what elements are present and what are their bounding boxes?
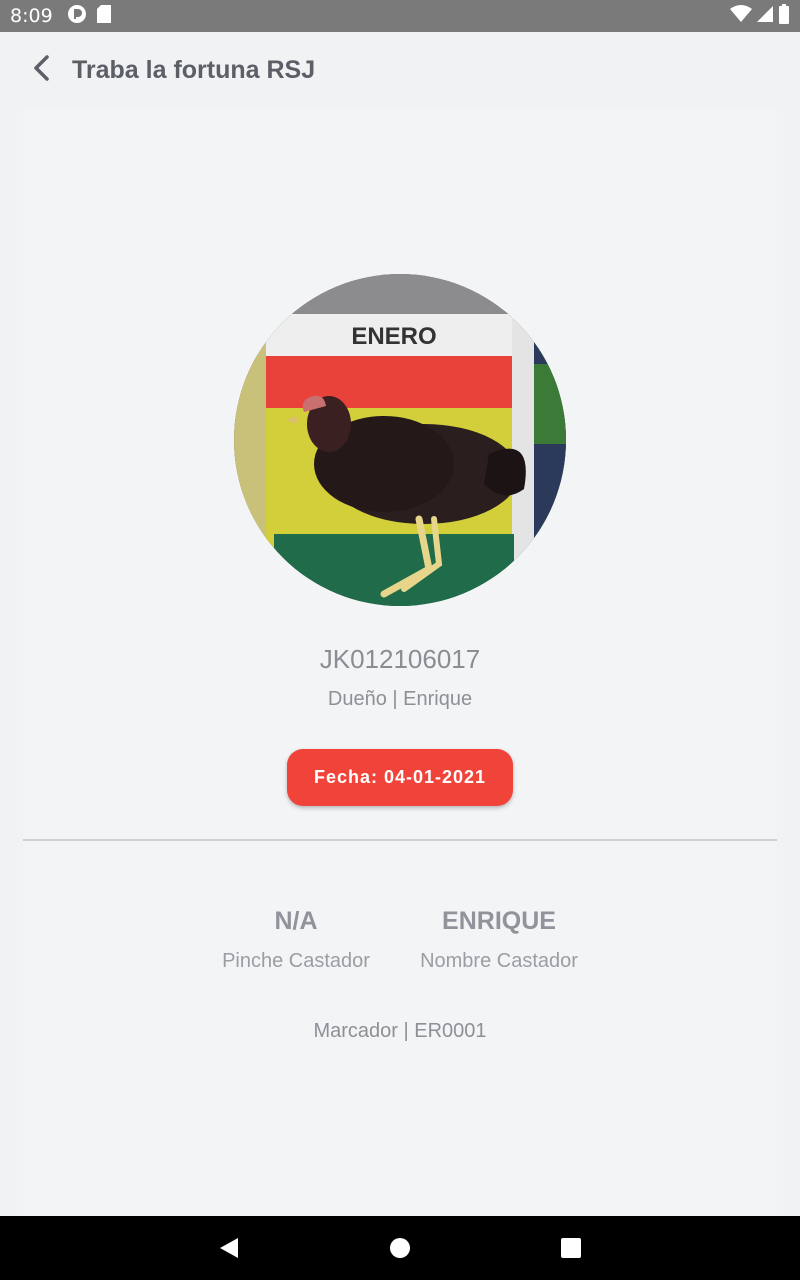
cell-signal-icon	[756, 5, 774, 28]
page-title: Traba la fortuna RSJ	[72, 55, 316, 84]
back-button[interactable]	[24, 53, 58, 87]
nombre-castador-value: ENRIQUE	[442, 907, 556, 935]
date-badge-label: Fecha: 04-01-2021	[313, 767, 487, 787]
back-triangle-icon[interactable]	[218, 1236, 242, 1260]
marker-line: Marcador | ER0001	[313, 1020, 487, 1042]
nombre-castador-stat: ENRIQUE Nombre Castador	[399, 907, 599, 973]
pinche-castador-value: N/A	[274, 907, 318, 935]
tag-code: JK012106017	[319, 644, 481, 674]
rooster-photo: ENERO	[234, 274, 566, 606]
battery-icon	[778, 3, 790, 29]
status-time: 8:09	[10, 5, 53, 27]
photo-label-text: ENERO	[351, 323, 436, 350]
pinche-castador-label: Pinche Castador	[222, 950, 370, 972]
status-bar: 8:09	[0, 0, 800, 32]
chevron-left-icon	[30, 54, 52, 87]
home-circle-icon[interactable]	[388, 1236, 412, 1260]
owner-line: Dueño | Enrique	[327, 688, 473, 710]
divider	[23, 839, 777, 841]
wifi-icon	[730, 4, 752, 28]
system-nav-bar	[0, 1216, 800, 1280]
app-bar: Traba la fortuna RSJ	[0, 32, 800, 108]
detail-card: ENERO JK012106017 Dueño | Enrique Fecha:…	[23, 107, 777, 1217]
notification-app-icon	[67, 4, 87, 29]
recents-square-icon[interactable]	[559, 1236, 583, 1260]
sd-card-icon	[96, 4, 111, 28]
date-badge[interactable]: Fecha: 04-01-2021	[287, 749, 513, 806]
nombre-castador-label: Nombre Castador	[420, 950, 578, 972]
pinche-castador-stat: N/A Pinche Castador	[206, 907, 386, 973]
